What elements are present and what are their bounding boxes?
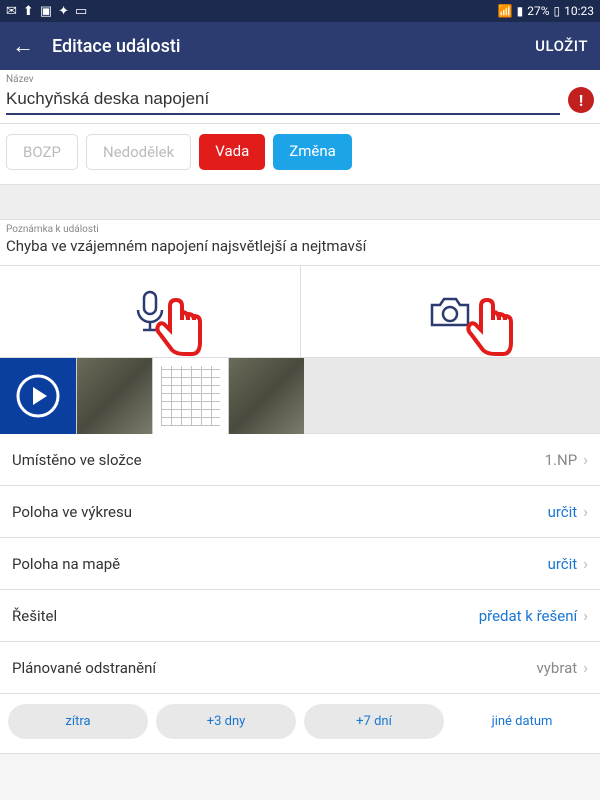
- row-planned-value: vybrat: [537, 659, 578, 677]
- row-solver-label: Řešitel: [12, 607, 57, 625]
- chevron-right-icon: ›: [583, 502, 588, 521]
- chevron-right-icon: ›: [583, 606, 588, 625]
- row-planned-removal[interactable]: Plánované odstranění vybrat ›: [0, 642, 600, 694]
- date-plus3-button[interactable]: +3 dny: [156, 704, 296, 739]
- sync-icon: ✦: [58, 4, 69, 19]
- hand-pointer-icon: [150, 296, 206, 360]
- row-solver[interactable]: Řešitel předat k řešení ›: [0, 590, 600, 642]
- status-icons-right: 📶 ▮ 27% ▯ 10:23: [498, 4, 594, 18]
- attachment-thumbnails: [0, 358, 600, 434]
- chevron-right-icon: ›: [583, 450, 588, 469]
- upload-icon: ⬆: [23, 4, 34, 19]
- briefcase-icon: ▭: [75, 4, 87, 19]
- row-map-position[interactable]: Poloha na mapě určit ›: [0, 538, 600, 590]
- signal-icon: ▮: [517, 4, 524, 18]
- category-tags: BOZP Nedodělek Vada Změna: [0, 124, 600, 185]
- quick-date-buttons: zítra +3 dny +7 dní jiné datum: [0, 694, 600, 754]
- android-status-bar: ✉ ⬆ ▣ ✦ ▭ 📶 ▮ 27% ▯ 10:23: [0, 0, 600, 22]
- photo-thumbnail-3[interactable]: [228, 358, 304, 434]
- hand-pointer-icon: [461, 296, 517, 360]
- photo-thumbnail-2[interactable]: [152, 358, 228, 434]
- record-audio-button[interactable]: [0, 266, 301, 357]
- row-drawing-label: Poloha ve výkresu: [12, 503, 132, 521]
- status-icons-left: ✉ ⬆ ▣ ✦ ▭: [6, 4, 87, 19]
- row-folder-label: Umístěno ve složce: [12, 451, 142, 469]
- chevron-right-icon: ›: [583, 554, 588, 573]
- tag-bozp[interactable]: BOZP: [6, 134, 78, 170]
- row-solver-value: předat k řešení: [479, 607, 577, 625]
- row-map-label: Poloha na mapě: [12, 555, 120, 573]
- image-icon: ▣: [40, 4, 52, 19]
- battery-icon: ▯: [554, 4, 561, 18]
- error-badge-icon[interactable]: !: [568, 87, 594, 113]
- play-icon: [15, 373, 61, 419]
- row-drawing-value: určit: [548, 503, 578, 521]
- note-label: Poznámka k události: [6, 224, 594, 235]
- row-planned-label: Plánované odstranění: [12, 659, 156, 677]
- note-text[interactable]: Chyba ve vzájemném napojení najsvětlejší…: [6, 235, 594, 255]
- page-title: Editace události: [52, 36, 180, 57]
- tag-nedodelek[interactable]: Nedodělek: [86, 134, 191, 170]
- audio-attachment[interactable]: [0, 358, 76, 434]
- photo-thumbnail-1[interactable]: [76, 358, 152, 434]
- row-folder-value: 1.NP: [545, 451, 578, 469]
- media-capture-row: [0, 266, 600, 358]
- name-section: Název !: [0, 70, 600, 124]
- row-folder[interactable]: Umístěno ve složce 1.NP ›: [0, 434, 600, 486]
- take-photo-button[interactable]: [301, 266, 600, 357]
- row-map-value: určit: [548, 555, 578, 573]
- app-bar: ← Editace události ULOŽIT: [0, 22, 600, 70]
- battery-pct: 27%: [527, 4, 549, 18]
- spacer: [0, 185, 600, 219]
- date-other-button[interactable]: jiné datum: [452, 704, 592, 739]
- wifi-icon: 📶: [498, 4, 513, 18]
- note-section: Poznámka k události Chyba ve vzájemném n…: [0, 219, 600, 266]
- tag-zmena[interactable]: Změna: [273, 134, 352, 170]
- chevron-right-icon: ›: [583, 658, 588, 677]
- back-icon[interactable]: ←: [12, 33, 34, 59]
- tag-vada[interactable]: Vada: [199, 134, 265, 170]
- clock: 10:23: [564, 4, 594, 18]
- name-input[interactable]: [6, 85, 560, 115]
- date-plus7-button[interactable]: +7 dní: [304, 704, 444, 739]
- save-button[interactable]: ULOŽIT: [535, 37, 588, 55]
- mail-icon: ✉: [6, 4, 17, 19]
- date-tomorrow-button[interactable]: zítra: [8, 704, 148, 739]
- name-label: Název: [6, 74, 594, 85]
- row-drawing-position[interactable]: Poloha ve výkresu určit ›: [0, 486, 600, 538]
